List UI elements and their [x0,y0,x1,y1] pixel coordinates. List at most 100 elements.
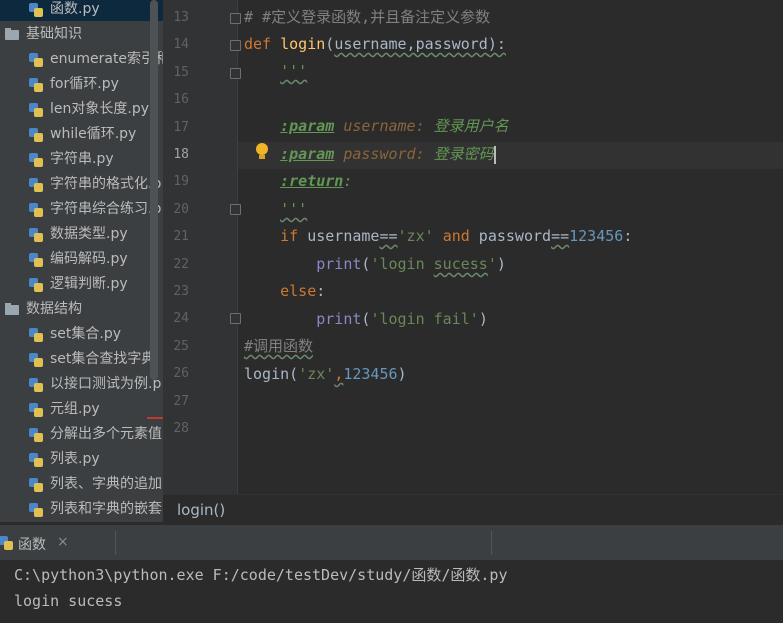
line-number: 18 [173,147,189,162]
keyword-def: def [244,35,272,53]
keyword-and: and [442,227,470,245]
doc-return-tag: :return [280,172,344,190]
line-number: 28 [173,421,189,436]
identifier: username [298,227,380,245]
code-line-14[interactable]: def login(username,password): [244,31,506,58]
tree-item-label: 逻辑判断.py [50,276,128,292]
comment: # #定义登录函数,并且备注定义参数 [244,8,491,26]
run-tab[interactable]: 函数 × [0,525,80,561]
lightbulb-icon[interactable] [255,142,269,162]
number-literal: 123456 [343,365,398,383]
line-number: 22 [173,256,189,272]
tree-item-label: 列表和字典的嵌套 [50,501,162,517]
line-number: 13 [173,10,189,25]
python-file-icon [28,377,44,392]
toolbar-divider [491,531,492,555]
tree-item-label: 分解出多个元素值 [50,426,162,442]
tree-scrollbar[interactable] [150,0,158,380]
code-line-26[interactable]: login('zx',123456) [244,361,407,388]
string-literal: 'zx' [397,227,434,245]
fold-marker-icon[interactable] [230,68,241,79]
paren-close: ) [397,365,407,383]
doc-param-name: password: [343,145,425,163]
function-name: login [280,35,326,53]
code-line-19[interactable]: :return: [244,168,352,195]
folder-icon [4,302,20,317]
string-literal: 'login [370,255,434,273]
function-call: login [244,365,290,383]
fold-marker-icon[interactable] [230,204,241,215]
line-number: 26 [173,366,189,382]
doc-param-tag: :param [280,145,335,163]
line-number: 17 [173,119,189,135]
code-line-21[interactable]: if username=='zx' and password==123456: [244,223,632,250]
doc-param-desc: 登录密码 [433,145,494,163]
console-output-line: login sucess [14,592,123,610]
tree-item-label: 字符串.py [50,151,114,167]
paren: ( [325,35,335,53]
python-file-icon [28,102,44,117]
paren: ( [289,365,299,383]
code-line-23[interactable]: else: [244,278,325,305]
tree-item-label: 列表.py [50,451,100,467]
tree-item-label: 数据类型.py [50,226,128,242]
docstring-open: ''' [280,62,308,80]
code-line-20[interactable]: ''' [244,196,307,223]
builtin-print: print [316,255,362,273]
tree-item-label: 数据结构 [26,301,82,317]
run-tab-bar: 函数 × [0,524,783,561]
run-console[interactable]: C:\python3\python.exe F:/code/testDev/st… [0,560,783,623]
paren-close: ): [487,35,506,53]
python-file-icon [28,52,44,67]
tree-item-label: 以接口测试为例.p [50,376,162,392]
tree-item-label: 函数.py [50,1,100,17]
run-tab-label: 函数 [18,537,46,553]
fold-marker-icon[interactable] [230,40,241,51]
line-number: 24 [173,311,189,327]
line-number: 15 [173,64,189,80]
keyword-if: if [280,227,299,245]
string-literal: ' [487,255,497,273]
python-file-icon [28,352,44,367]
paren-close: ) [496,255,506,273]
code-line-18[interactable]: :param password: 登录密码 [244,141,496,168]
breadcrumb-item[interactable]: login() [177,501,225,519]
code-line-25[interactable]: #调用函数 [244,333,313,360]
code-line-24[interactable]: print('login fail') [244,306,488,333]
docstring-close: ''' [280,200,308,218]
line-number: 25 [173,338,189,354]
project-tree: 函数.py 基础知识 enumerate索引和 for循环.py len对象长度.py w… [0,0,163,522]
code-line-15[interactable]: ''' [244,58,307,85]
python-file-icon [28,127,44,142]
python-file-icon [28,177,44,192]
close-icon[interactable]: × [57,534,69,550]
python-file-icon [28,252,44,267]
python-file-icon [28,77,44,92]
python-file-icon [0,535,14,550]
line-number: 16 [173,92,189,108]
colon: : [623,227,633,245]
doc-colon: : [343,172,353,190]
code-line-13[interactable]: # #定义登录函数,并且备注定义参数 [244,4,490,31]
line-number: 19 [173,174,189,190]
python-file-icon [28,152,44,167]
doc-param-name: username: [343,117,425,135]
fold-marker-icon[interactable] [230,13,241,24]
line-number: 21 [173,229,189,245]
text-caret [493,145,496,164]
tree-item-label: while循环.py [50,126,137,142]
keyword-else: else [280,282,317,300]
breadcrumb[interactable]: login() [163,494,783,525]
python-file-icon [28,277,44,292]
code-line-22[interactable]: print('login sucess') [244,251,506,278]
code-line-17[interactable]: :param username: 登录用户名 [244,113,509,140]
fold-marker-icon[interactable] [230,313,241,324]
tree-item-label: 字符串的格式化.p [50,176,162,192]
python-file-icon [28,227,44,242]
tree-item-label: enumerate索引和 [50,51,163,67]
tree-item-label: 编码解码.py [50,251,128,267]
operator: == [551,227,570,245]
line-number: 27 [173,393,189,409]
python-file-icon [28,327,44,342]
python-file-icon [28,427,44,442]
